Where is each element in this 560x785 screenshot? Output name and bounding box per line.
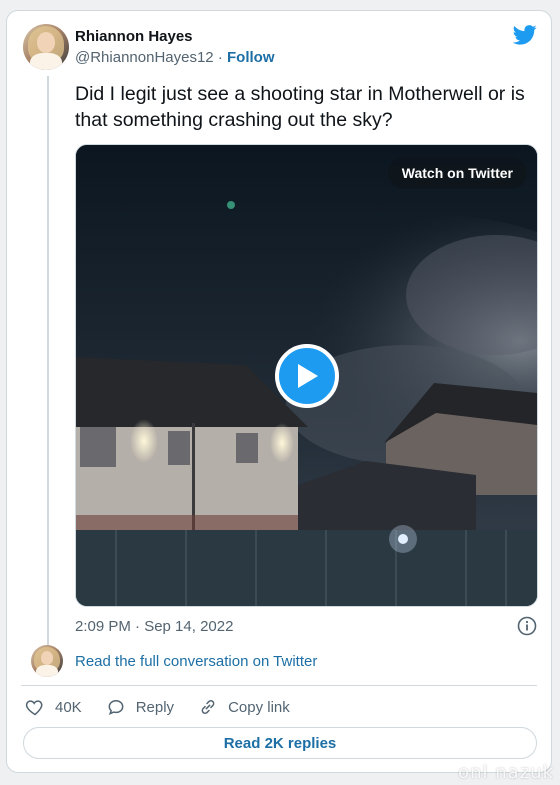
follow-link[interactable]: Follow: [227, 49, 275, 66]
watch-on-twitter-button[interactable]: Watch on Twitter: [387, 157, 527, 189]
read-replies-button[interactable]: Read 2K replies: [23, 727, 537, 759]
author-name[interactable]: Rhiannon Hayes: [75, 28, 193, 45]
copy-link-label: Copy link: [228, 698, 290, 716]
action-bar: 40K Reply Copy link: [25, 697, 290, 717]
divider: [21, 685, 537, 686]
link-icon: [201, 700, 215, 714]
author-handle[interactable]: @RhiannonHayes12: [75, 49, 214, 66]
author-avatar[interactable]: [23, 24, 69, 70]
info-icon[interactable]: [517, 616, 537, 636]
likes-count: 40K: [55, 698, 82, 716]
reply-bubble-icon: [108, 699, 124, 716]
like-button[interactable]: 40K: [25, 697, 82, 717]
handle-separator: ·: [213, 49, 227, 66]
play-button[interactable]: [275, 344, 339, 408]
tweet-timestamp[interactable]: 2:09 PM · Sep 14, 2022: [75, 618, 233, 635]
reply-button[interactable]: Reply: [106, 697, 174, 717]
copy-link-button[interactable]: Copy link: [198, 697, 290, 717]
tweet-embed-card: Rhiannon Hayes @RhiannonHayes12 · Follow…: [6, 10, 552, 773]
full-conversation-link[interactable]: Read the full conversation on Twitter: [75, 653, 317, 670]
twitter-bird-icon[interactable]: [513, 25, 537, 45]
watermark-text: onl nazuk: [458, 762, 554, 783]
play-icon: [298, 364, 318, 388]
reply-label: Reply: [135, 698, 175, 716]
author-handle-line: @RhiannonHayes12 · Follow: [75, 49, 275, 66]
tweet-text: Did I legit just see a shooting star in …: [75, 83, 525, 131]
reply-avatar[interactable]: [31, 645, 63, 677]
video-player[interactable]: Watch on Twitter: [75, 144, 538, 607]
thread-line: [47, 76, 49, 651]
heart-icon: [25, 700, 43, 716]
